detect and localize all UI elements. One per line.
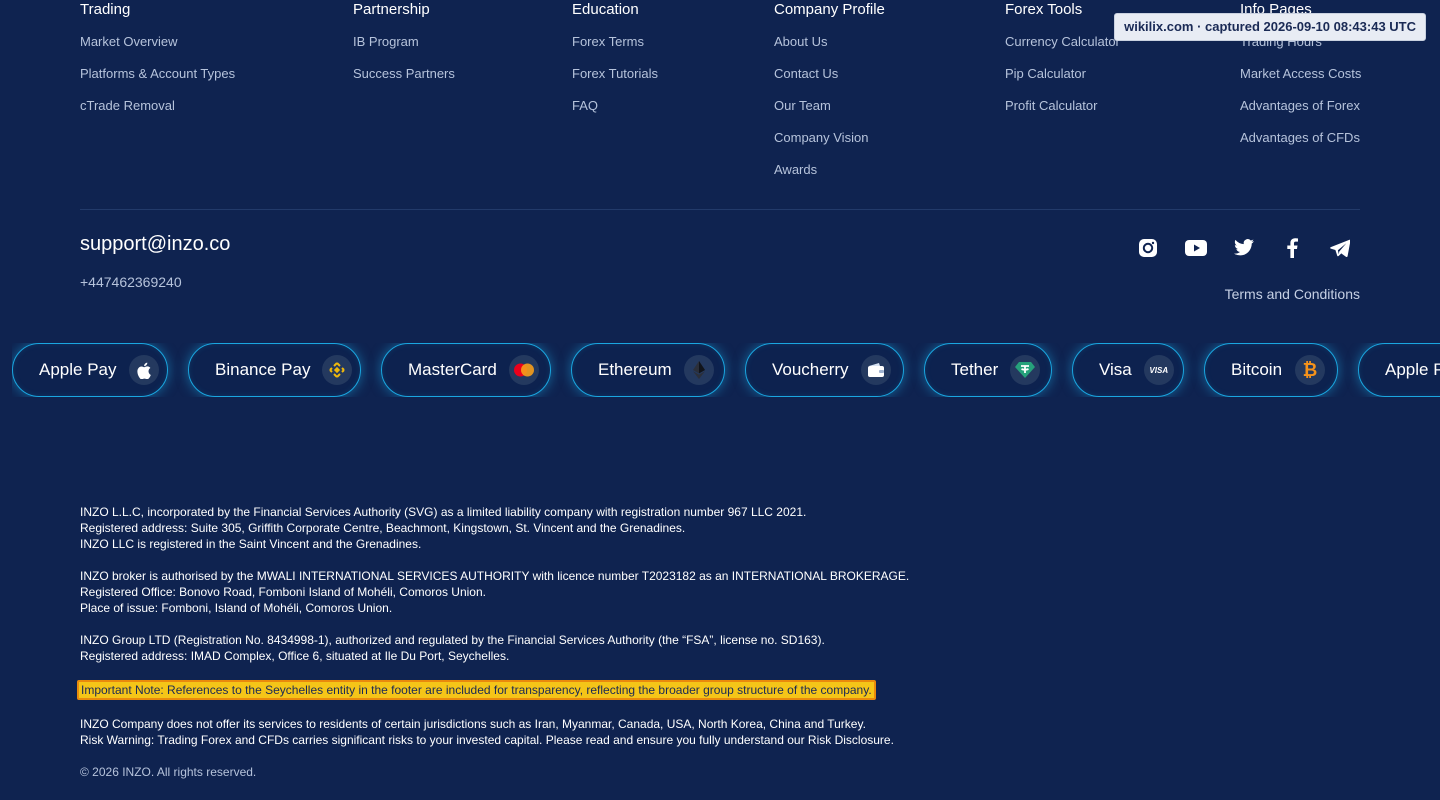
support-phone-link[interactable]: +447462369240 <box>80 273 182 291</box>
bitcoin-icon: ₿ <box>1295 355 1325 385</box>
nav-link-market-overview[interactable]: Market Overview <box>80 32 235 64</box>
legal-line: INZO Company does not offer its services… <box>80 717 866 731</box>
important-note-highlight: Important Note: References to the Seyche… <box>77 680 876 700</box>
nav-column-company-profile: Company Profile About Us Contact Us Our … <box>774 0 885 192</box>
payment-label: Bitcoin <box>1231 360 1283 379</box>
legal-line: Registered address: IMAD Complex, Office… <box>80 649 510 663</box>
nav-link-advantages-of-cfds[interactable]: Advantages of CFDs <box>1240 128 1361 160</box>
nav-link-ctrade-removal[interactable]: cTrade Removal <box>80 96 235 128</box>
payment-pill-visa[interactable]: Visa VISA <box>1072 343 1184 397</box>
nav-link-forex-tutorials[interactable]: Forex Tutorials <box>572 64 658 96</box>
nav-link-pip-calculator[interactable]: Pip Calculator <box>1005 64 1120 96</box>
legal-line: INZO LLC is registered in the Saint Vinc… <box>80 537 422 551</box>
mastercard-icon <box>508 355 539 385</box>
nav-link-market-access-costs[interactable]: Market Access Costs <box>1240 64 1361 96</box>
payment-pill-mastercard[interactable]: MasterCard <box>381 343 551 397</box>
telegram-icon[interactable] <box>1328 236 1352 260</box>
nav-link-currency-calculator[interactable]: Currency Calculator <box>1005 32 1120 64</box>
wallet-icon <box>861 355 891 385</box>
payment-pill-bitcoin[interactable]: Bitcoin ₿ <box>1204 343 1338 397</box>
footer-divider <box>80 209 1360 210</box>
nav-link-profit-calculator[interactable]: Profit Calculator <box>1005 96 1120 128</box>
nav-link-forex-terms[interactable]: Forex Terms <box>572 32 658 64</box>
column-title: Trading <box>80 1 131 18</box>
payment-pill-voucherry[interactable]: Voucherry <box>745 343 904 397</box>
column-title: Partnership <box>353 1 430 18</box>
nav-link-success-partners[interactable]: Success Partners <box>353 64 455 96</box>
nav-column-education: Education Forex Terms Forex Tutorials FA… <box>572 0 658 128</box>
instagram-icon[interactable] <box>1136 236 1160 260</box>
legal-line: Place of issue: Fomboni, Island of Mohél… <box>80 601 393 615</box>
ethereum-icon <box>683 355 714 385</box>
youtube-icon[interactable] <box>1184 236 1208 260</box>
legal-line: INZO L.L.C, incorporated by the Financia… <box>80 505 807 519</box>
legal-line: INZO Group LTD (Registration No. 8434998… <box>80 633 825 647</box>
column-title: Company Profile <box>774 1 885 18</box>
nav-link-awards[interactable]: Awards <box>774 160 885 192</box>
nav-link-faq[interactable]: FAQ <box>572 96 658 128</box>
payment-pill-binance-pay[interactable]: Binance Pay <box>188 343 361 397</box>
twitter-icon[interactable] <box>1232 236 1256 260</box>
payment-pill-ethereum[interactable]: Ethereum <box>571 343 725 397</box>
social-links <box>1136 236 1352 260</box>
capture-watermark: wikilix.com · captured 2026-09-10 08:43:… <box>1114 13 1426 41</box>
nav-link-about-us[interactable]: About Us <box>774 32 885 64</box>
legal-line: INZO broker is authorised by the MWALI I… <box>80 569 910 583</box>
facebook-icon[interactable] <box>1280 236 1304 260</box>
payment-label: Voucherry <box>772 360 849 379</box>
support-email-link[interactable]: support@inzo.co <box>80 232 230 256</box>
apple-icon <box>128 355 159 385</box>
nav-column-forex-tools: Forex Tools Currency Calculator Pip Calc… <box>1005 0 1120 128</box>
payment-label: Ethereum <box>598 360 672 379</box>
nav-link-contact-us[interactable]: Contact Us <box>774 64 885 96</box>
payment-label: Binance Pay <box>215 360 311 379</box>
nav-column-trading: Trading Market Overview Platforms & Acco… <box>80 0 235 128</box>
payment-label: Apple Pay <box>39 360 117 379</box>
payment-pill-apple-pay[interactable]: Apple Pay <box>12 343 168 397</box>
column-title: Education <box>572 1 639 18</box>
payment-label: Tether <box>951 360 999 379</box>
payment-label: MasterCard <box>408 360 497 379</box>
nav-link-our-team[interactable]: Our Team <box>774 96 885 128</box>
nav-link-company-vision[interactable]: Company Vision <box>774 128 885 160</box>
legal-disclaimer: INZO L.L.C, incorporated by the Financia… <box>77 504 910 748</box>
payment-pill-apple-pay-repeat[interactable]: Apple Pay <box>1358 343 1440 397</box>
tether-icon <box>1010 355 1041 385</box>
payment-methods-strip: Apple Pay Binance Pay MasterCard Ethereu… <box>12 343 1440 397</box>
risk-warning: Risk Warning: Trading Forex and CFDs car… <box>80 733 894 747</box>
legal-line: Registered address: Suite 305, Griffith … <box>80 521 686 535</box>
visa-icon: VISA <box>1143 355 1174 385</box>
nav-column-partnership: Partnership IB Program Success Partners <box>353 0 455 96</box>
payment-label: Visa <box>1099 360 1132 379</box>
binance-icon <box>322 355 353 385</box>
nav-link-ib-program[interactable]: IB Program <box>353 32 455 64</box>
payment-label: Apple Pay <box>1385 360 1440 379</box>
nav-link-platforms-account-types[interactable]: Platforms & Account Types <box>80 64 235 96</box>
nav-link-advantages-of-forex[interactable]: Advantages of Forex <box>1240 96 1361 128</box>
payment-pill-tether[interactable]: Tether <box>924 343 1052 397</box>
legal-line: Registered Office: Bonovo Road, Fomboni … <box>80 585 486 599</box>
copyright: © 2026 INZO. All rights reserved. <box>80 765 257 779</box>
terms-and-conditions-link[interactable]: Terms and Conditions <box>1225 285 1360 303</box>
column-title: Forex Tools <box>1005 1 1083 18</box>
